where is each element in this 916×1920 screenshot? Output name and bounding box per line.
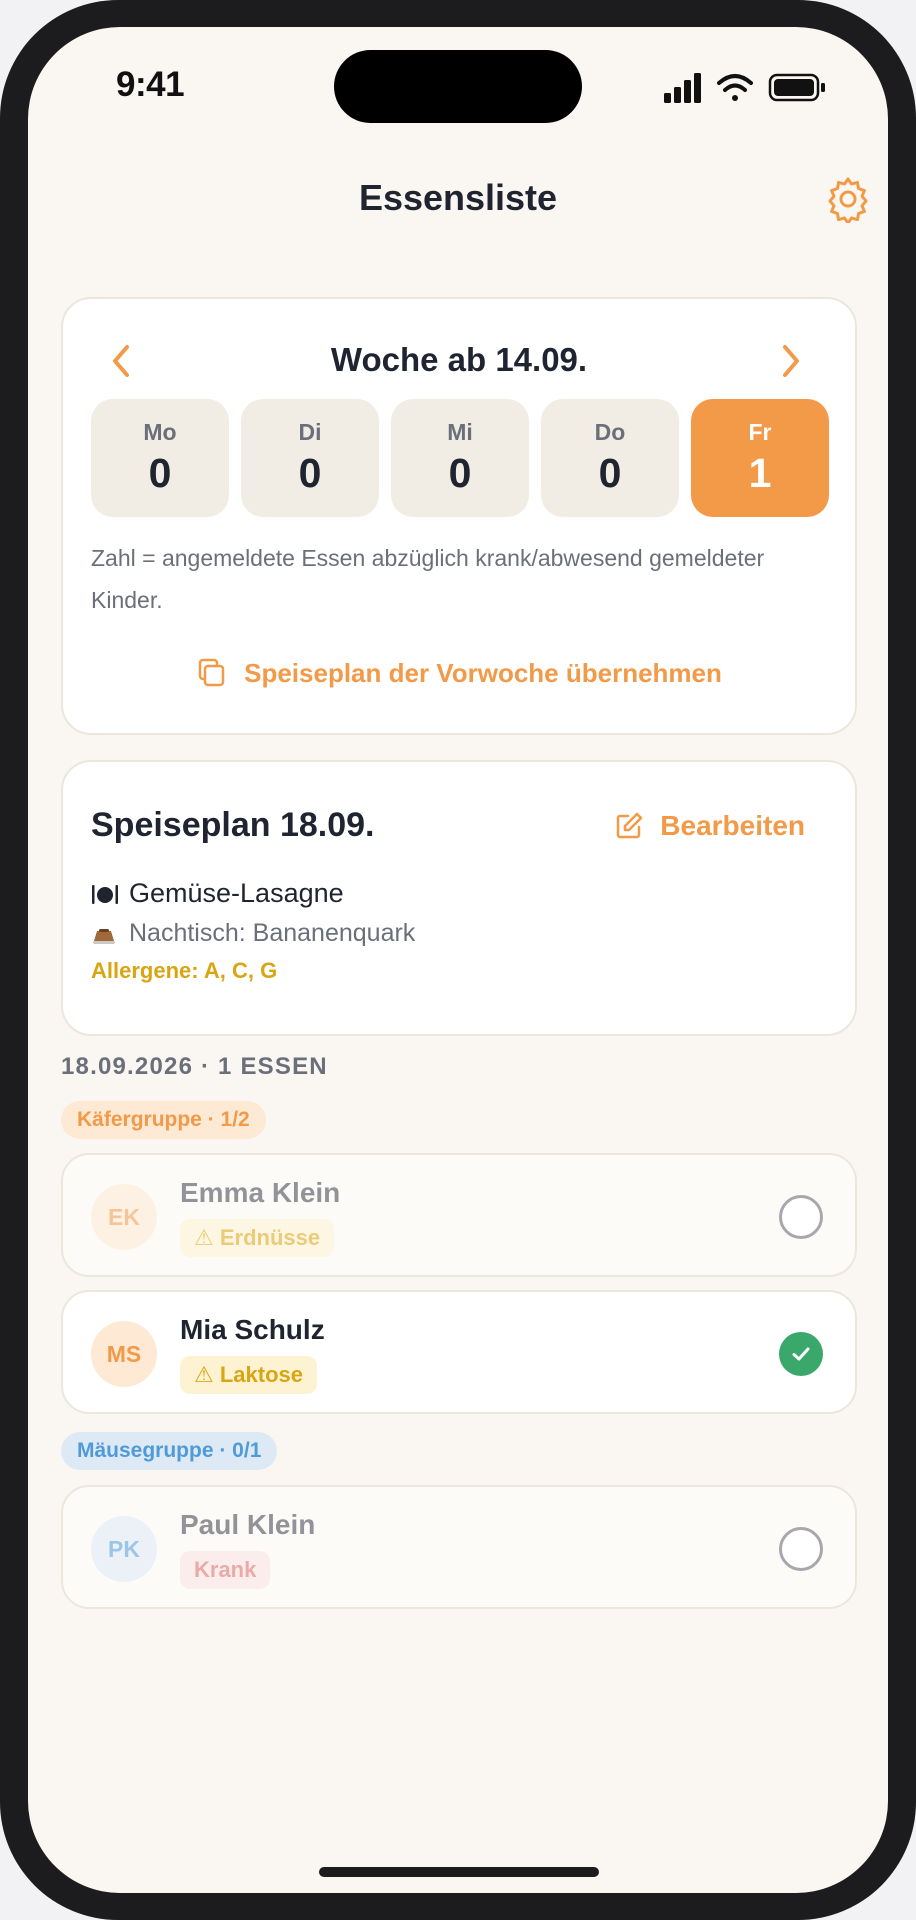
day-mi[interactable]: Mi 0	[391, 399, 529, 517]
dessert-row: Nachtisch: Bananenquark	[91, 919, 415, 948]
avatar: EK	[91, 1184, 157, 1250]
day-name: Do	[594, 419, 626, 445]
child-row-paul-klein[interactable]: PK Paul Klein Krank	[61, 1485, 857, 1609]
settings-gear-icon[interactable]	[824, 175, 872, 223]
day-count: 0	[148, 450, 172, 496]
child-name: Emma Klein	[180, 1177, 341, 1208]
child-name: Paul Klein	[180, 1509, 316, 1540]
child-name: Mia Schulz	[180, 1314, 325, 1345]
group-badge-kaefer: Käfergruppe · 1/2	[61, 1101, 266, 1139]
wifi-icon	[717, 74, 753, 101]
allergy-tag: ⚠ Laktose	[180, 1356, 317, 1394]
weekday-selector: Mo 0 Di 0 Mi 0 Do 0 Fr 1	[91, 399, 829, 517]
day-count: 0	[298, 450, 322, 496]
main-dish-row: Gemüse-Lasagne	[91, 878, 344, 909]
page-title: Essensliste	[358, 177, 558, 218]
child-row-mia-schulz[interactable]: MS Mia Schulz ⚠ Laktose	[61, 1290, 857, 1414]
pudding-icon	[93, 928, 115, 944]
meal-count-hint: Zahl = angemeldete Essen abzüglich krank…	[91, 545, 765, 613]
week-title: Woche ab 14.09.	[330, 341, 588, 378]
day-name: Fr	[748, 419, 772, 445]
child-row-emma-klein[interactable]: EK Emma Klein ⚠ Erdnüsse	[61, 1153, 857, 1277]
battery-icon	[768, 73, 825, 102]
day-name: Mo	[143, 419, 177, 445]
copy-icon	[198, 658, 225, 687]
day-mo[interactable]: Mo 0	[91, 399, 229, 517]
copy-previous-week-button[interactable]: Speiseplan der Vorwoche übernehmen	[63, 653, 855, 693]
edit-menu-label: Bearbeiten	[660, 810, 805, 841]
day-name: Di	[298, 419, 322, 445]
week-navigation: Woche ab 14.09.	[63, 333, 855, 389]
day-name: Mi	[447, 419, 473, 445]
dessert: Nachtisch: Bananenquark	[129, 919, 416, 947]
week-overview-card: Woche ab 14.09. Mo 0 Di 0 Mi 0 Do 0 Fr 1…	[61, 297, 857, 735]
dynamic-island	[334, 50, 582, 123]
status-tag: Krank	[180, 1551, 271, 1589]
date-summary: 18.09.2026 · 1 ESSEN	[61, 1053, 328, 1080]
main-dish: Gemüse-Lasagne	[129, 878, 344, 908]
day-count: 1	[748, 450, 772, 496]
day-di[interactable]: Di 0	[241, 399, 379, 517]
day-count: 0	[598, 450, 622, 496]
avatar: MS	[91, 1321, 157, 1387]
avatar: PK	[91, 1516, 157, 1582]
signal-icon	[664, 73, 701, 103]
allergy-tag: ⚠ Erdnüsse	[180, 1219, 335, 1257]
copy-previous-week-label: Speiseplan der Vorwoche übernehmen	[244, 657, 722, 688]
plate-cutlery-icon	[92, 884, 118, 904]
app-screen: 9:41 Essensliste Woche ab 14.09. Mo 0 Di…	[28, 27, 888, 1893]
day-count: 0	[448, 450, 472, 496]
group-badge-maeuse: Mäusegruppe · 0/1	[61, 1432, 278, 1470]
edit-icon	[617, 812, 643, 839]
checkmark-icon	[792, 1347, 810, 1361]
allergens: Allergene: A, C, G	[91, 958, 278, 983]
edit-menu-button[interactable]: Bearbeiten	[614, 806, 805, 846]
meal-checkbox[interactable]	[779, 1527, 823, 1571]
chevron-right-icon[interactable]	[763, 333, 819, 389]
status-time: 9:41	[116, 65, 185, 104]
menu-plan-title: Speiseplan 18.09.	[91, 806, 375, 844]
meal-checkbox[interactable]	[779, 1195, 823, 1239]
home-indicator[interactable]	[319, 1867, 599, 1877]
day-fr[interactable]: Fr 1	[691, 399, 829, 517]
day-do[interactable]: Do 0	[541, 399, 679, 517]
status-icons	[664, 73, 825, 103]
meal-checkbox[interactable]	[779, 1332, 823, 1376]
menu-plan-card: Speiseplan 18.09. Bearbeiten Gemüse-Lasa…	[61, 760, 857, 1036]
phone-frame: 9:41 Essensliste Woche ab 14.09. Mo 0 Di…	[0, 0, 916, 1920]
